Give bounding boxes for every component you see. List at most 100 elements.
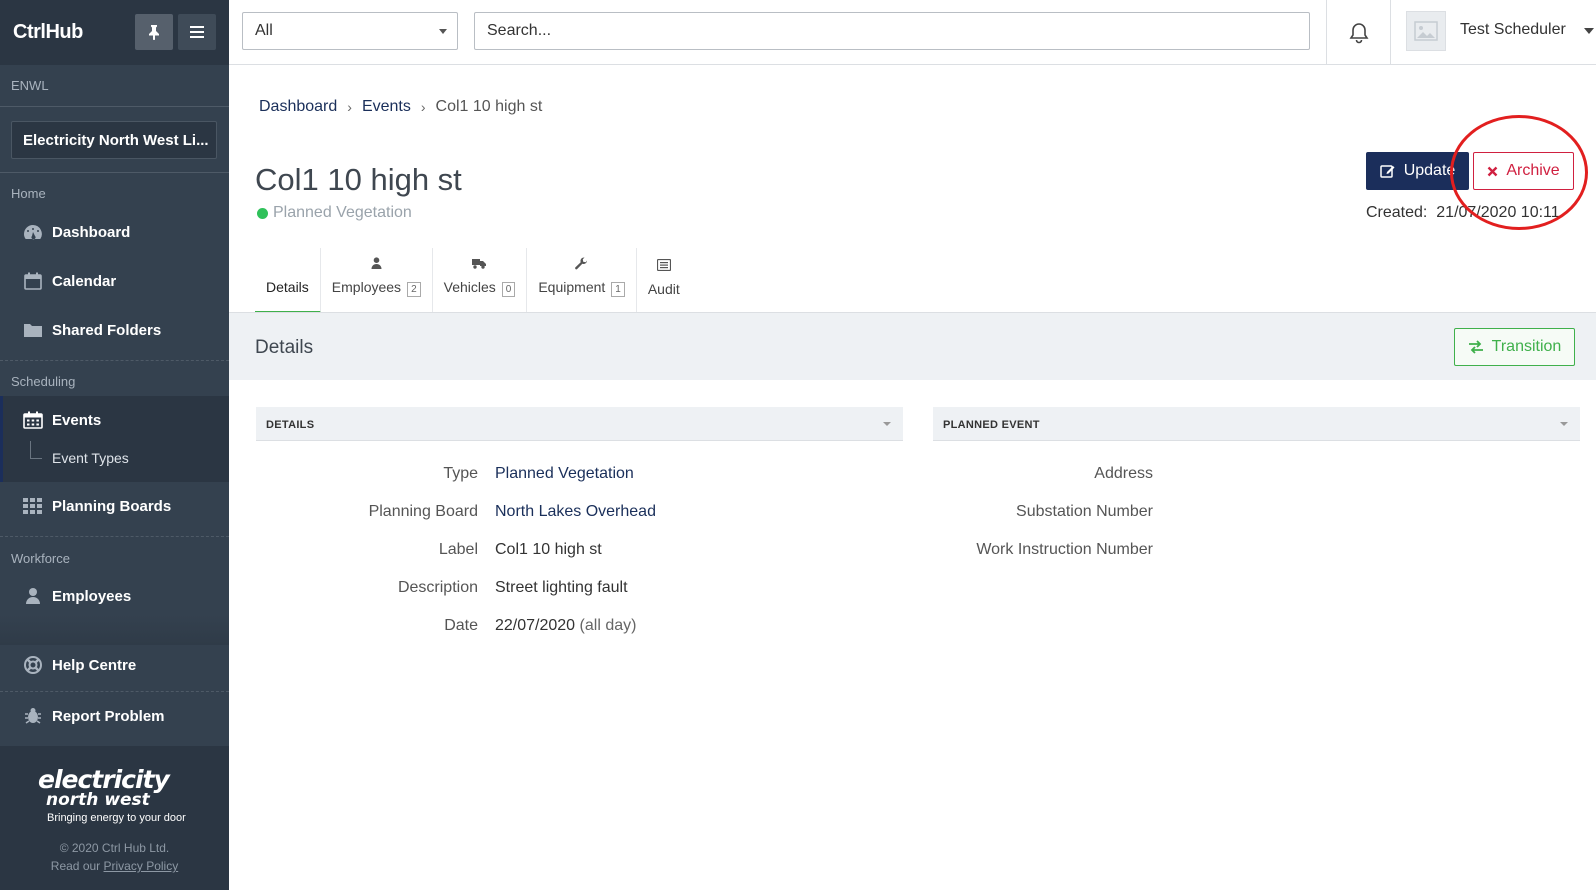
created-value: 21/07/2020 10:11 bbox=[1436, 204, 1560, 221]
tab-bar: Details Employees 2 Vehicles 0 Equipment 1 … bbox=[255, 248, 691, 313]
user-menu[interactable]: Test Scheduler bbox=[1460, 21, 1566, 39]
breadcrumb-dashboard[interactable]: Dashboard bbox=[259, 98, 337, 116]
tab-vehicles[interactable]: Vehicles 0 bbox=[433, 248, 528, 313]
sidebar-item-events[interactable]: Events bbox=[0, 400, 229, 440]
date-suffix: (all day) bbox=[579, 617, 637, 634]
search-scope-value: All bbox=[255, 22, 273, 39]
search-input[interactable] bbox=[474, 12, 1310, 50]
details-panel-header[interactable]: DETAILS bbox=[256, 407, 903, 441]
tab-label: Details bbox=[266, 279, 309, 295]
notifications-button[interactable] bbox=[1326, 0, 1391, 65]
grid-icon bbox=[22, 496, 44, 516]
brand-logo[interactable]: CtrlHub bbox=[13, 21, 83, 44]
sidebar-footer: electricity north west Bringing energy t… bbox=[0, 746, 229, 890]
field-label-address: Address bbox=[1094, 465, 1153, 482]
sidebar-fade bbox=[0, 615, 229, 645]
sidebar-item-report-problem[interactable]: Report Problem bbox=[0, 696, 229, 736]
sidebar-item-label: Report Problem bbox=[52, 707, 165, 725]
edit-icon bbox=[1379, 165, 1395, 178]
search-scope-select[interactable]: All bbox=[242, 12, 458, 50]
status-dot bbox=[257, 207, 268, 219]
chevron-right-icon: › bbox=[420, 99, 426, 115]
field-value-description: Street lighting fault bbox=[495, 579, 628, 596]
date-value: 22/07/2020 bbox=[495, 617, 576, 634]
sidebar-item-label: Planning Boards bbox=[52, 497, 172, 515]
update-label: Update bbox=[1403, 162, 1456, 179]
home-section-label: Home bbox=[11, 186, 46, 201]
caret-down-icon bbox=[439, 29, 447, 34]
update-button[interactable]: Update bbox=[1366, 152, 1469, 190]
tab-employees[interactable]: Employees 2 bbox=[321, 248, 433, 313]
field-label-label: Label bbox=[438, 541, 478, 558]
sidebar-item-dashboard[interactable]: Dashboard bbox=[0, 212, 229, 252]
sidebar: CtrlHub ENWL Electricity North West Li..… bbox=[0, 0, 229, 890]
tab-label: Audit bbox=[647, 281, 680, 297]
close-icon bbox=[1487, 166, 1498, 176]
tab-label: Vehicles bbox=[443, 279, 496, 295]
tab-details[interactable]: Details bbox=[255, 248, 321, 313]
tab-count: 1 bbox=[611, 282, 625, 297]
field-label-substation-number: Substation Number bbox=[1016, 503, 1153, 520]
tab-count: 2 bbox=[407, 282, 421, 297]
user-icon bbox=[371, 255, 382, 271]
list-icon bbox=[656, 257, 671, 273]
electricity-north-west-logo: electricity north west Bringing energy t… bbox=[38, 767, 190, 824]
sidebar-item-help-centre[interactable]: Help Centre bbox=[0, 645, 229, 685]
privacy-policy-link[interactable]: Privacy Policy bbox=[104, 859, 179, 873]
divider bbox=[0, 106, 229, 107]
truck-icon bbox=[472, 255, 487, 271]
sidebar-item-calendar[interactable]: Calendar bbox=[0, 261, 229, 301]
breadcrumb-events[interactable]: Events bbox=[362, 98, 411, 116]
lifebuoy-icon bbox=[22, 655, 44, 675]
page-title: Col1 10 high st bbox=[255, 162, 462, 197]
tab-label: Equipment bbox=[538, 279, 606, 295]
tab-audit[interactable]: Audit bbox=[637, 248, 691, 313]
workforce-section-label: Workforce bbox=[11, 551, 70, 566]
calendar-icon bbox=[22, 271, 44, 291]
org-section-label: ENWL bbox=[11, 78, 49, 93]
sidebar-item-employees[interactable]: Employees bbox=[0, 576, 229, 616]
section-heading: Details bbox=[255, 337, 314, 358]
organisation-selector[interactable]: Electricity North West Li... bbox=[11, 121, 217, 159]
sidebar-item-label: Shared Folders bbox=[52, 321, 162, 339]
field-label-type: Type bbox=[443, 465, 478, 482]
sidebar-item-label: Calendar bbox=[52, 272, 117, 290]
brand-bar: CtrlHub bbox=[0, 0, 229, 65]
caret-down-icon[interactable] bbox=[1584, 28, 1594, 34]
field-label-date: Date bbox=[444, 617, 478, 634]
divider bbox=[0, 172, 229, 173]
scheduling-section-label: Scheduling bbox=[11, 374, 76, 389]
dashboard-icon bbox=[22, 222, 44, 242]
sidebar-item-label: Events bbox=[52, 411, 102, 429]
tab-count: 0 bbox=[501, 282, 516, 297]
sidebar-item-planning-boards[interactable]: Planning Boards bbox=[0, 486, 229, 526]
archive-button[interactable]: Archive bbox=[1473, 152, 1574, 190]
user-icon bbox=[22, 586, 44, 606]
divider bbox=[0, 536, 229, 537]
copyright: © 2020 Ctrl Hub Ltd. Read our Privacy Po… bbox=[0, 839, 229, 875]
hamburger-icon bbox=[190, 26, 204, 38]
divider bbox=[0, 360, 229, 361]
status-text: Planned Vegetation bbox=[273, 204, 412, 221]
bell-icon bbox=[1349, 22, 1368, 43]
breadcrumb: Dashboard › Events › Col1 10 high st bbox=[259, 98, 542, 116]
field-value-type[interactable]: Planned Vegetation bbox=[495, 465, 634, 483]
status-badge: Planned Vegetation bbox=[257, 204, 412, 222]
sidebar-item-label: Event Types bbox=[52, 450, 129, 466]
privacy-prefix: Read our bbox=[50, 859, 101, 873]
avatar[interactable] bbox=[1406, 11, 1446, 51]
created-timestamp: Created: 21/07/2020 10:11 bbox=[1366, 204, 1560, 222]
exchange-icon bbox=[1468, 340, 1483, 354]
tab-equipment[interactable]: Equipment 1 bbox=[527, 248, 637, 313]
sidebar-item-shared-folders[interactable]: Shared Folders bbox=[0, 310, 229, 350]
pin-sidebar-button[interactable] bbox=[135, 14, 173, 50]
planned-event-panel-header[interactable]: PLANNED EVENT bbox=[933, 407, 1580, 441]
transition-button[interactable]: Transition bbox=[1454, 328, 1575, 366]
details-section-header: Details Transition bbox=[229, 313, 1596, 380]
sidebar-item-event-types[interactable]: Event Types bbox=[0, 441, 229, 475]
sidebar-item-label: Employees bbox=[52, 587, 132, 605]
field-value-planning-board[interactable]: North Lakes Overhead bbox=[495, 503, 656, 521]
breadcrumb-current: Col1 10 high st bbox=[435, 98, 543, 115]
menu-toggle-button[interactable] bbox=[178, 14, 216, 50]
copyright-text: © 2020 Ctrl Hub Ltd. bbox=[59, 841, 170, 855]
